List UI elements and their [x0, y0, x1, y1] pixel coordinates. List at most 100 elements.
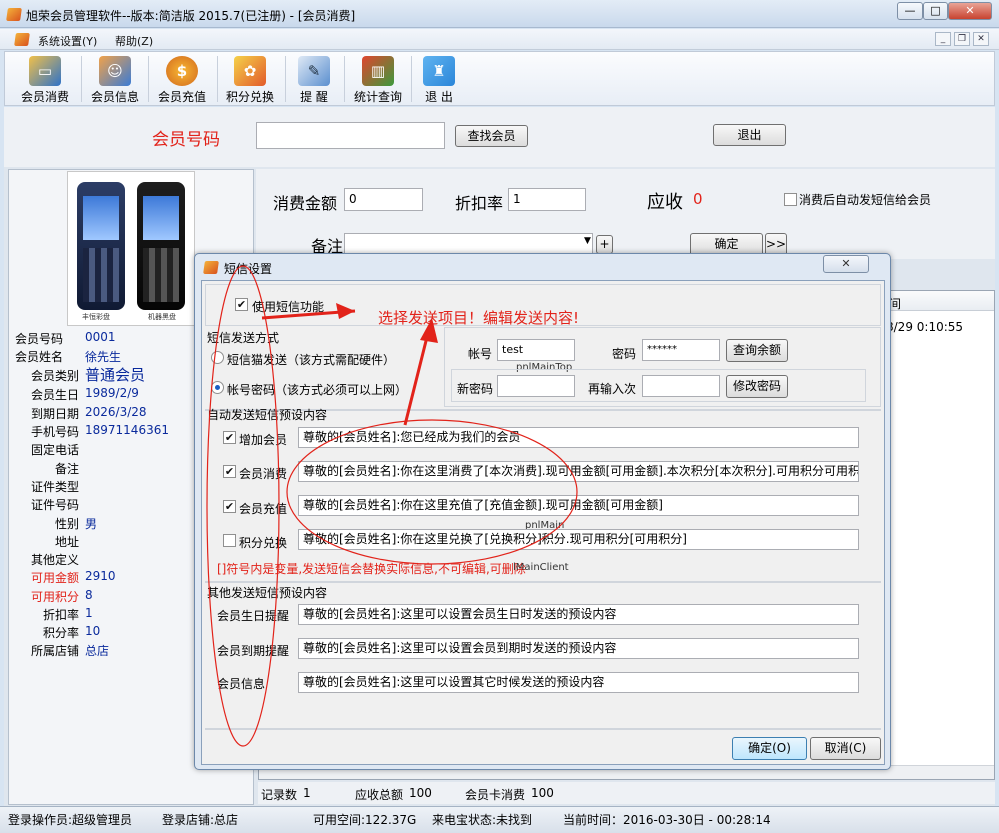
toolbar-member-recharge[interactable]: $ 会员充值 [149, 53, 215, 105]
menu-help[interactable]: 帮助(Z) [115, 33, 153, 49]
dialog-close-button[interactable]: ✕ [823, 255, 869, 273]
account-input[interactable]: test [497, 339, 575, 361]
toolbar-reminder[interactable]: ✎ 提 醒 [286, 53, 342, 105]
maximize-button[interactable]: □ [923, 2, 948, 20]
new-password-input[interactable] [497, 375, 575, 397]
repeat-password-label: 再输入次 [588, 382, 637, 396]
value-member-number: 0001 [85, 330, 116, 344]
value-store: 总店 [85, 644, 110, 658]
close-window-button[interactable]: ✕ [948, 2, 992, 20]
auto-sms-checkbox[interactable] [784, 193, 797, 206]
value-gender: 男 [85, 517, 98, 531]
users-icon: ☺ [99, 56, 131, 86]
sms-settings-dialog: 短信设置 ✕ ✔ 使用短信功能 短信发送方式 短信猫发送（该方式需配硬件） 帐号… [194, 253, 891, 770]
ok-button[interactable]: 确定(O) [732, 737, 807, 760]
value-available-points: 8 [85, 588, 93, 602]
mdi-app-icon [14, 33, 30, 46]
dialog-titlebar[interactable]: 短信设置 ✕ [195, 254, 890, 280]
product-image: 丰恒彩盘 机器黑盘 [67, 171, 195, 326]
summary-card-value: 100 [531, 786, 554, 800]
summary-card-label: 会员卡消费 [465, 788, 526, 802]
auto-recharge-label: 会员充值 [239, 502, 288, 516]
phone-caption-left: 丰恒彩盘 [82, 313, 110, 321]
member-info-text[interactable]: 尊敬的[会员姓名]:这里可以设置其它时候发送的预设内容 [298, 672, 859, 693]
expiry-reminder-text[interactable]: 尊敬的[会员姓名]:这里可以设置会员到期时发送的预设内容 [298, 638, 859, 659]
minimize-button[interactable]: — [897, 2, 923, 20]
label-id-type: 证件类型 [31, 480, 80, 494]
new-password-label: 新密码 [457, 382, 494, 396]
toolbar-member-consume[interactable]: ▭ 会员消费 [13, 53, 77, 105]
label-member-name: 会员姓名 [15, 350, 64, 364]
summary-bar: 记录数 1 应收总额 100 会员卡消费 100 [258, 782, 995, 804]
birthday-reminder-label: 会员生日提醒 [217, 609, 290, 623]
auto-recharge-checkbox[interactable]: ✔ [223, 500, 236, 513]
label-birthday: 会员生日 [31, 388, 80, 402]
birthday-reminder-text[interactable]: 尊敬的[会员姓名]:这里可以设置会员生日时发送的预设内容 [298, 604, 859, 625]
mdi-restore-button[interactable]: ❐ [954, 32, 970, 46]
menu-system-settings[interactable]: 系统设置(Y) [38, 33, 97, 49]
member-number-input[interactable] [256, 122, 445, 149]
toolbar-points-exchange[interactable]: ✿ 积分兑换 [218, 53, 282, 105]
query-balance-button[interactable]: 查询余额 [726, 339, 788, 362]
status-store: 登录店铺:总店 [162, 813, 239, 827]
exit-button[interactable]: 退出 [713, 124, 786, 146]
repeat-password-input[interactable] [642, 375, 720, 397]
find-member-button[interactable]: 查找会员 [455, 125, 528, 147]
menu-bar: 系统设置(Y) 帮助(Z) _ ❐ ✕ [0, 29, 999, 50]
add-remark-button[interactable]: + [596, 235, 613, 254]
discount-input[interactable]: 1 [508, 188, 586, 211]
auto-add-member-text[interactable]: 尊敬的[会员姓名]:您已经成为我们的会员 [298, 427, 859, 448]
value-available-amount: 2910 [85, 569, 116, 583]
annotation-text: 选择发送项目！编辑发送内容! [378, 309, 580, 327]
status-time: 当前时间：2016-03-30日 - 00:28:14 [563, 813, 771, 827]
panel-client-caption: lMainClient [513, 562, 569, 573]
mode-cat-radio[interactable] [211, 351, 224, 364]
auto-add-member-label: 增加会员 [239, 433, 288, 447]
password-input[interactable]: ****** [642, 339, 720, 361]
mdi-minimize-button[interactable]: _ [935, 32, 951, 46]
toolbar-member-info[interactable]: ☺ 会员信息 [83, 53, 147, 105]
toolbar-statistics[interactable]: ▥ 统计查询 [345, 53, 411, 105]
remark-select[interactable] [344, 233, 593, 255]
search-panel: 会员号码 查找会员 退出 [4, 107, 995, 167]
mdi-close-button[interactable]: ✕ [973, 32, 989, 46]
dialog-title: 短信设置 [224, 262, 273, 276]
use-sms-label: 使用短信功能 [252, 300, 325, 314]
value-member-name: 徐先生 [85, 350, 122, 364]
member-number-label: 会员号码 [152, 130, 220, 150]
toolbar-exit[interactable]: ♜ 退 出 [411, 53, 467, 105]
summary-total-value: 100 [409, 786, 432, 800]
auto-add-member-checkbox[interactable]: ✔ [223, 431, 236, 444]
label-store: 所属店铺 [31, 644, 80, 658]
mode-cat-label: 短信猫发送（该方式需配硬件） [227, 353, 396, 367]
variable-note: []符号内是变量,发送短信会替换实际信息,不可编辑,可删除 [217, 562, 526, 576]
auto-exchange-text[interactable]: 尊敬的[会员姓名]:你在这里兑换了[兑换积分]积分.现可用积分[可用积分] [298, 529, 859, 550]
use-sms-checkbox[interactable]: ✔ [235, 298, 248, 311]
dollar-coin-icon: $ [166, 56, 198, 86]
auto-consume-label: 会员消费 [239, 467, 288, 481]
auto-recharge-text[interactable]: 尊敬的[会员姓名]:你在这里充值了[充值金额].现可用金额[可用金额] [298, 495, 859, 516]
label-member-type: 会员类别 [31, 369, 80, 383]
cancel-button[interactable]: 取消(C) [810, 737, 881, 760]
label-expiry: 到期日期 [31, 407, 80, 421]
window-title: 旭荣会员管理软件--版本:简洁版 2015.7(已注册) - [会员消费] [26, 9, 356, 23]
window-titlebar[interactable]: 旭荣会员管理软件--版本:简洁版 2015.7(已注册) - [会员消费] — … [0, 0, 999, 28]
mode-account-label: 帐号密码（该方式必须可以上网） [227, 383, 408, 397]
app-logo-icon [6, 8, 22, 21]
phone-caption-right: 机器黑盘 [148, 313, 176, 321]
send-mode-title: 短信发送方式 [207, 331, 280, 345]
change-password-button[interactable]: 修改密码 [726, 375, 788, 398]
gift-icon: ✿ [234, 56, 266, 86]
auto-consume-checkbox[interactable]: ✔ [223, 465, 236, 478]
label-member-number: 会员号码 [15, 332, 64, 346]
amount-input[interactable]: 0 [344, 188, 423, 211]
value-birthday: 1989/2/9 [85, 386, 139, 400]
member-info-label: 会员信息 [217, 677, 266, 691]
chart-icon: ▥ [362, 56, 394, 86]
auto-consume-text[interactable]: 尊敬的[会员姓名]:你在这里消费了[本次消费].现可用金额[可用金额].本次积分… [298, 461, 859, 482]
discount-label: 折扣率 [455, 194, 504, 213]
mode-account-radio[interactable] [211, 381, 224, 394]
label-available-points: 可用积分 [31, 590, 80, 604]
auto-exchange-checkbox[interactable] [223, 534, 236, 547]
dialog-body: ✔ 使用短信功能 短信发送方式 短信猫发送（该方式需配硬件） 帐号密码（该方式必… [201, 280, 885, 765]
